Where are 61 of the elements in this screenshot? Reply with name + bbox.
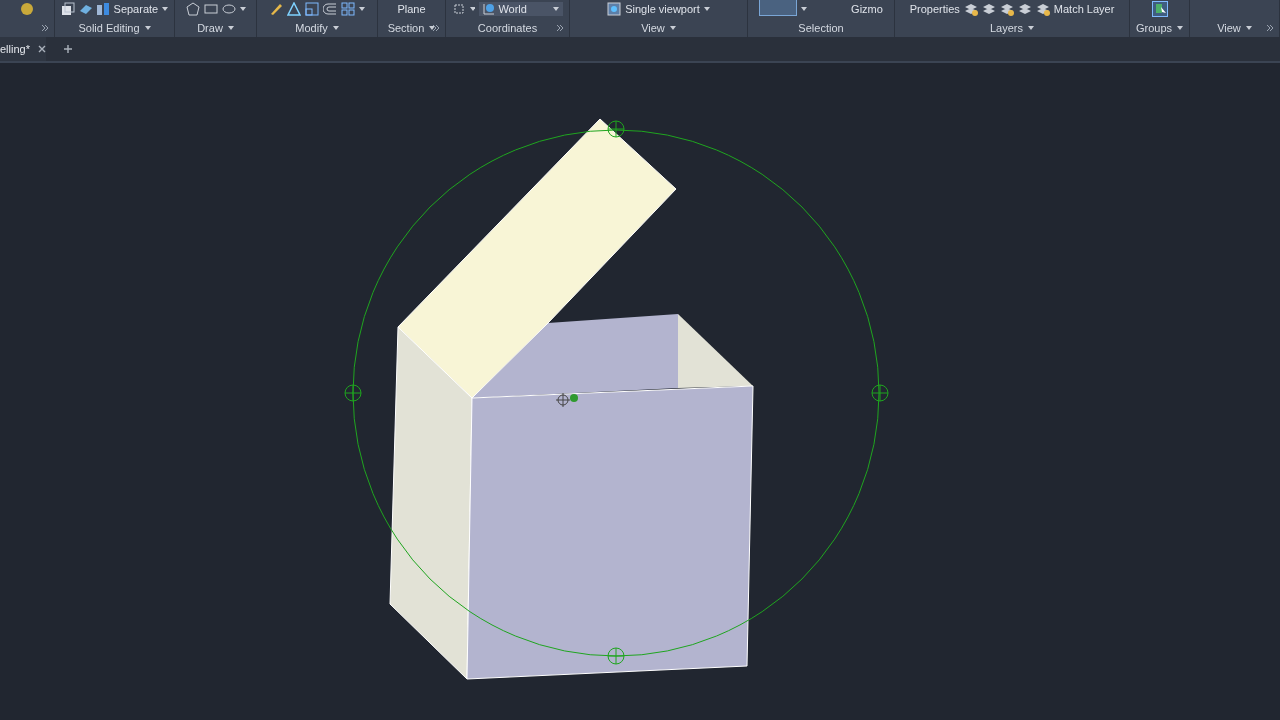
- caret-icon[interactable]: [429, 25, 436, 30]
- caret-icon[interactable]: [162, 7, 168, 11]
- properties-tool[interactable]: Properties: [909, 3, 960, 15]
- layer-icon[interactable]: [981, 2, 996, 16]
- selection-swatch[interactable]: [759, 0, 798, 16]
- caret-icon[interactable]: [1177, 25, 1184, 30]
- layer-icon[interactable]: [963, 2, 978, 16]
- viewport-tool[interactable]: Single viewport: [625, 3, 700, 15]
- pentagon-icon[interactable]: [185, 2, 200, 16]
- group-icon[interactable]: [1151, 1, 1168, 17]
- rectangle-icon[interactable]: [203, 2, 218, 16]
- panel-title[interactable]: Selection: [798, 21, 844, 34]
- panel-title[interactable]: Coordinates: [477, 21, 538, 34]
- panel-title[interactable]: Modify: [295, 21, 328, 34]
- cube-icon[interactable]: [61, 2, 75, 16]
- panel-title[interactable]: View: [1217, 21, 1241, 34]
- expand-icon[interactable]: [557, 24, 563, 31]
- cursor-icon: [555, 392, 578, 408]
- caret-icon[interactable]: [669, 25, 676, 30]
- scale-icon[interactable]: [305, 2, 319, 16]
- ucs-dropdown[interactable]: World: [479, 2, 563, 16]
- match-layer-tool[interactable]: Match Layer: [1053, 3, 1115, 15]
- ellipse-icon[interactable]: [221, 2, 236, 16]
- file-tab[interactable]: elling*: [0, 37, 46, 61]
- rotate-gizmo[interactable]: [344, 120, 889, 665]
- caret-icon[interactable]: [332, 25, 339, 30]
- add-tab-icon[interactable]: [63, 45, 72, 53]
- panel-title[interactable]: View: [641, 21, 665, 34]
- panel-title[interactable]: Section: [387, 21, 425, 34]
- plane-tool[interactable]: Plane: [397, 3, 426, 15]
- gizmo-tool[interactable]: Gizmo: [851, 3, 883, 15]
- caret-icon[interactable]: [144, 25, 151, 30]
- offset-icon[interactable]: [323, 2, 337, 16]
- sphere-icon[interactable]: [20, 2, 34, 16]
- pencil-icon[interactable]: [269, 2, 283, 16]
- caret-icon[interactable]: [239, 7, 246, 11]
- panel-title[interactable]: Groups: [1135, 21, 1173, 34]
- triangle-icon[interactable]: [287, 2, 301, 16]
- array-icon[interactable]: [341, 2, 355, 16]
- caret-icon[interactable]: [553, 7, 559, 11]
- globe-icon: [483, 3, 496, 15]
- caret-icon[interactable]: [359, 7, 365, 11]
- caret-icon[interactable]: [1245, 25, 1252, 30]
- expand-icon[interactable]: [42, 24, 48, 31]
- layer-icon[interactable]: [1017, 2, 1032, 16]
- caret-icon[interactable]: [1028, 25, 1034, 30]
- viewport-icon[interactable]: [607, 2, 622, 16]
- layer-icon[interactable]: [1035, 2, 1050, 16]
- caret-icon[interactable]: [227, 25, 234, 30]
- separate-tool[interactable]: Separate: [113, 3, 159, 15]
- split-icon[interactable]: [96, 2, 110, 16]
- close-icon[interactable]: [37, 45, 46, 53]
- layer-icon[interactable]: [999, 2, 1014, 16]
- caret-icon[interactable]: [801, 7, 808, 11]
- panel-title[interactable]: Draw: [197, 21, 223, 34]
- panel-title[interactable]: Layers: [990, 21, 1023, 34]
- expand-icon[interactable]: [1267, 24, 1273, 31]
- caret-icon[interactable]: [703, 7, 710, 11]
- panel-title[interactable]: Solid Editing: [78, 21, 140, 34]
- expand-icon[interactable]: [433, 24, 439, 31]
- caret-icon[interactable]: [469, 7, 476, 11]
